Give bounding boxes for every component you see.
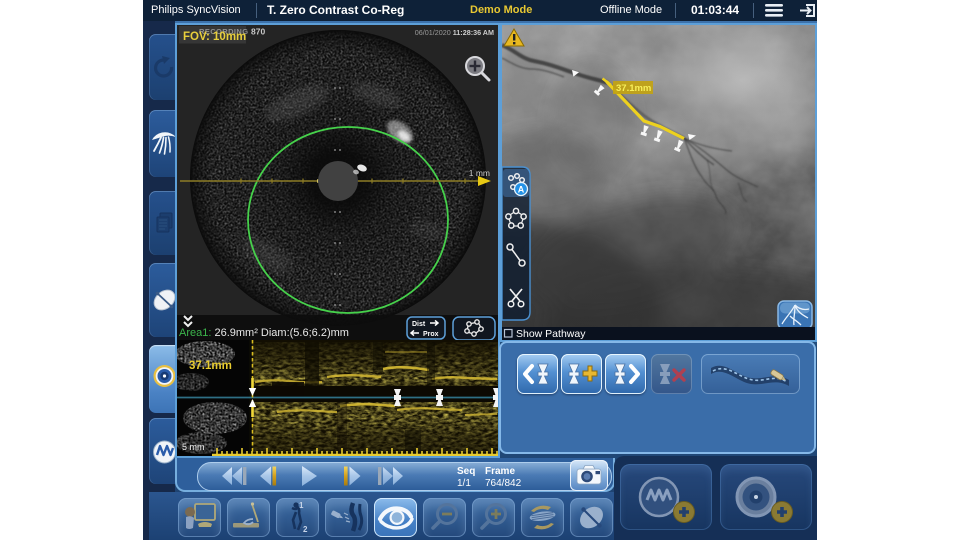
svg-text:5 mm: 5 mm bbox=[182, 442, 205, 452]
svg-text:Prox: Prox bbox=[423, 331, 439, 338]
svg-text:Frame: Frame bbox=[485, 466, 515, 477]
svg-text:Seq: Seq bbox=[457, 466, 475, 477]
svg-text:37.1mm: 37.1mm bbox=[189, 360, 232, 372]
svg-text:870: 870 bbox=[251, 27, 265, 37]
svg-text:764/842: 764/842 bbox=[485, 478, 522, 489]
svg-text:06/01/2020 11:28:36 AM: 06/01/2020 11:28:36 AM bbox=[415, 28, 494, 37]
svg-text:1/1: 1/1 bbox=[457, 478, 471, 489]
svg-text:2: 2 bbox=[303, 525, 308, 534]
svg-text:37.1mm: 37.1mm bbox=[616, 83, 651, 94]
svg-text:A: A bbox=[518, 185, 525, 195]
svg-text:Show Pathway: Show Pathway bbox=[516, 328, 586, 340]
svg-text:Area1: 26.9mm² Diam:(5.6;6.2)m: Area1: 26.9mm² Diam:(5.6;6.2)mm bbox=[179, 327, 349, 339]
svg-text:FOV: 10mm: FOV: 10mm bbox=[183, 31, 246, 43]
svg-text:1 mm: 1 mm bbox=[469, 168, 490, 178]
svg-text:Dist: Dist bbox=[412, 321, 426, 328]
